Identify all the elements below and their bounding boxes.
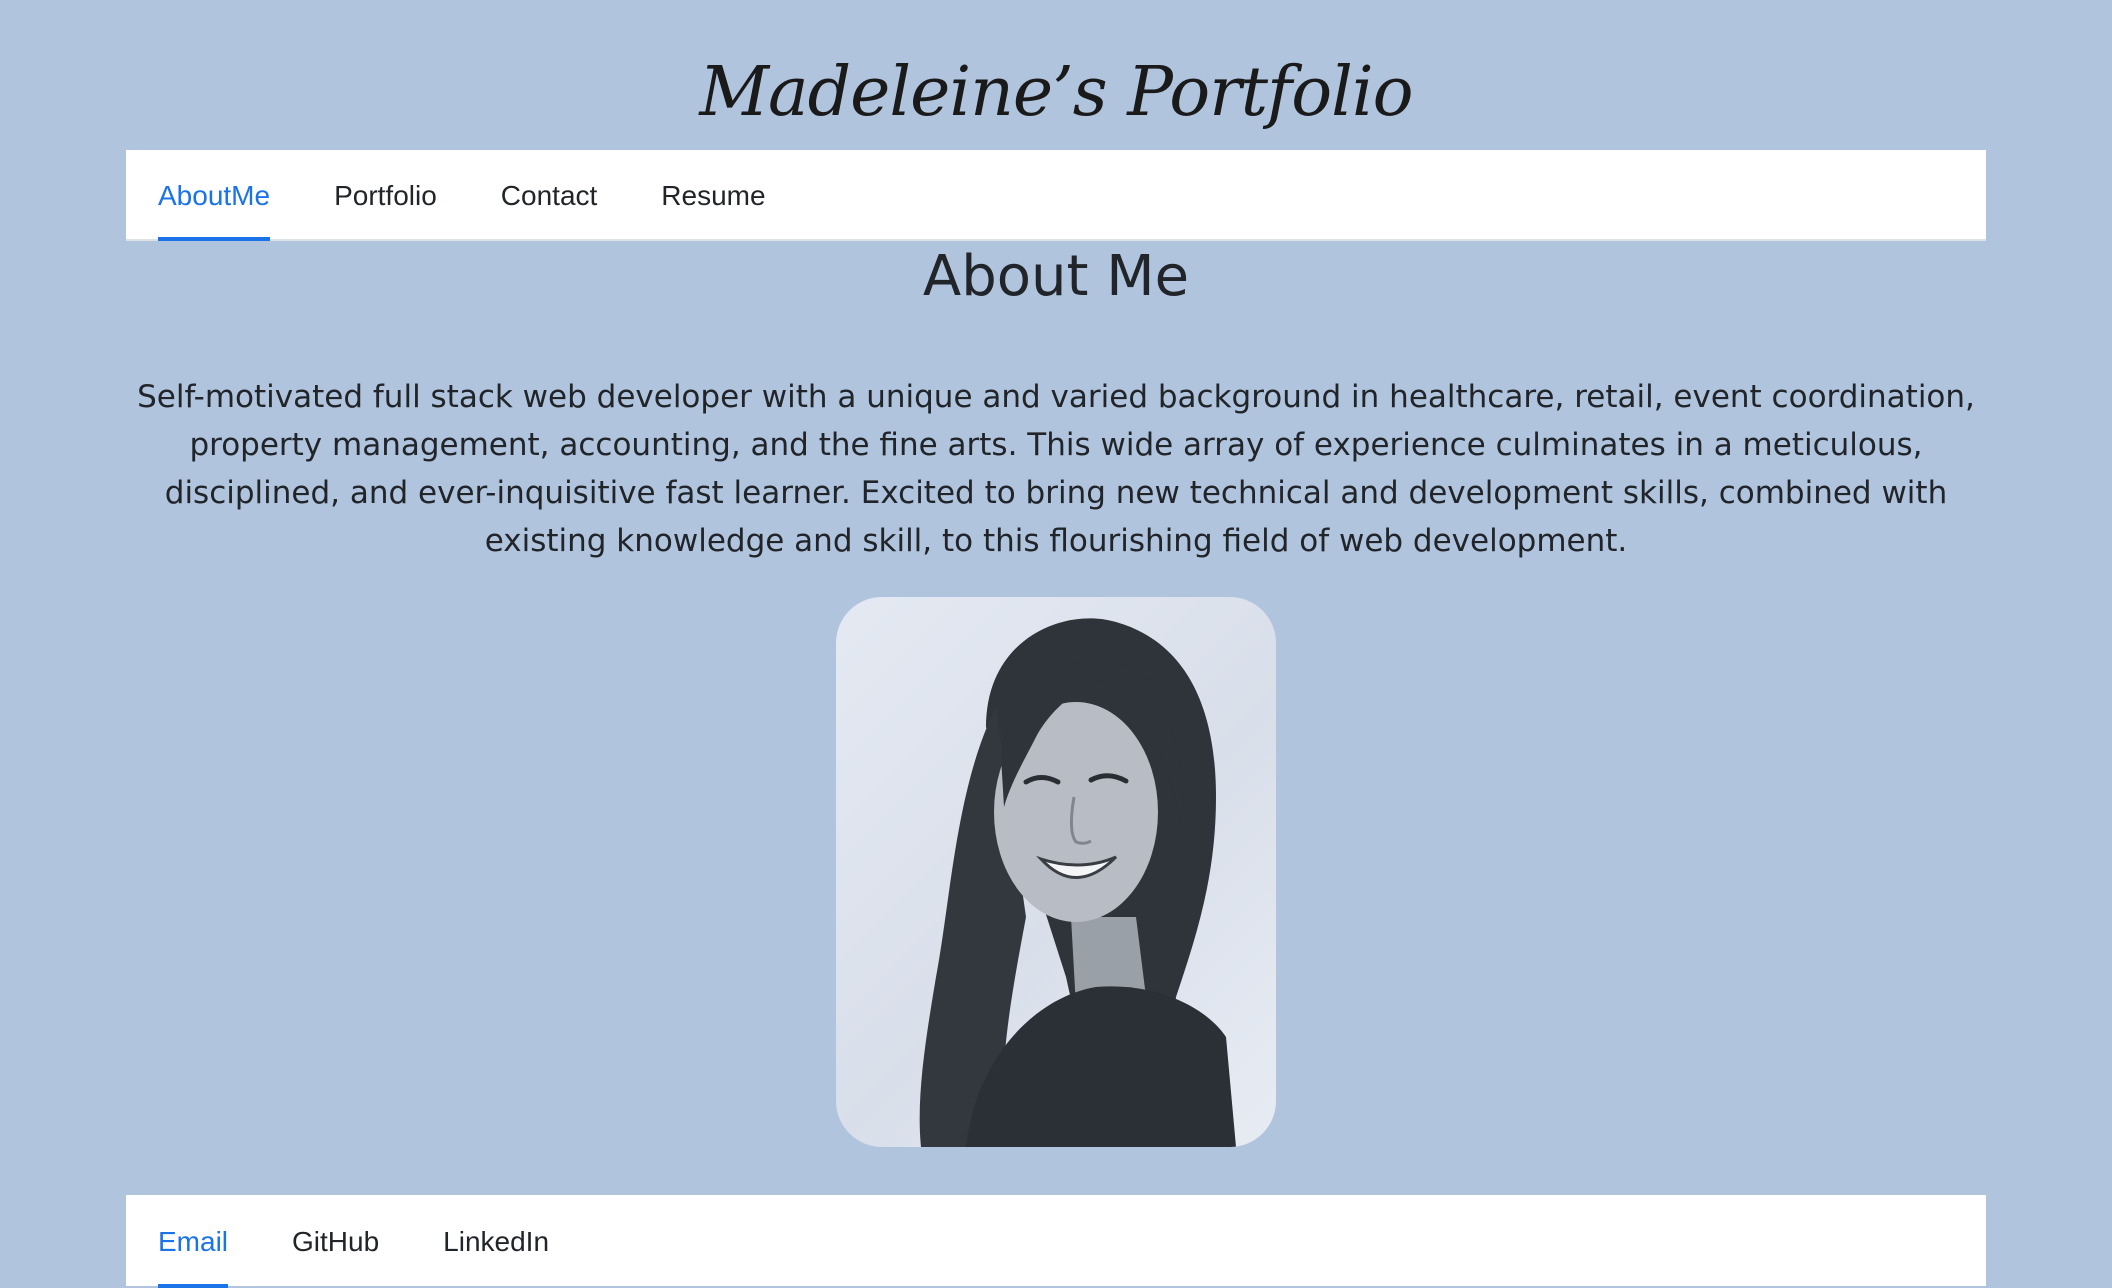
footer-link-linkedin[interactable]: LinkedIn	[443, 1195, 549, 1286]
footer-link-email[interactable]: Email	[158, 1195, 229, 1288]
nav-tab-contact[interactable]: Contact	[501, 150, 598, 239]
portrait-illustration	[919, 618, 1236, 1147]
profile-photo	[836, 597, 1276, 1147]
nav-list: AboutMe Portfolio Contact Resume	[126, 150, 1986, 241]
about-bio: Self-motivated full stack web developer …	[137, 379, 1975, 559]
about-heading: About Me	[922, 244, 1190, 309]
nav-tab-portfolio[interactable]: Portfolio	[334, 150, 437, 239]
nav-tab-aboutme[interactable]: AboutMe	[158, 150, 271, 241]
footer-list: Email GitHub LinkedIn	[126, 1195, 1986, 1288]
footer-link-github[interactable]: GitHub	[292, 1195, 379, 1286]
footer-navbar: Email GitHub LinkedIn	[126, 1195, 1986, 1288]
nav-tab-resume[interactable]: Resume	[661, 150, 765, 239]
main-navbar: AboutMe Portfolio Contact Resume	[126, 150, 1986, 241]
site-title: Madeleine’s Portfolio	[699, 53, 1413, 132]
